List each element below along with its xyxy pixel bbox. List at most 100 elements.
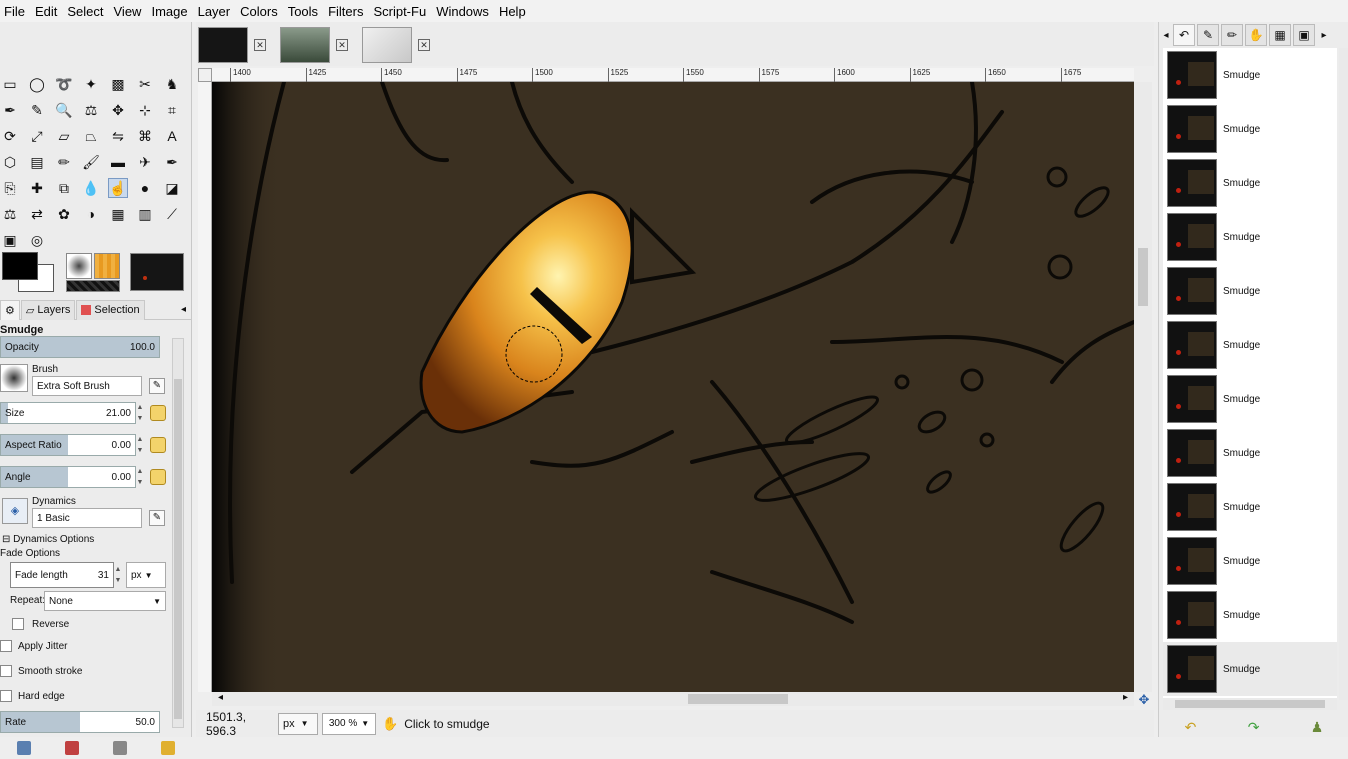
shear-icon[interactable]: ▱ [54, 126, 74, 146]
dock-menu-icon[interactable]: ◂ [181, 304, 186, 315]
reset-aspect-icon[interactable] [150, 437, 166, 453]
dynamics-icon[interactable]: ◈ [2, 498, 28, 524]
restore-options-icon[interactable] [65, 741, 79, 755]
histogram-icon[interactable]: ▥ [135, 204, 155, 224]
apply-jitter-checkbox[interactable] [0, 640, 12, 652]
active-image-preview[interactable] [130, 253, 184, 291]
delete-options-icon[interactable] [113, 741, 127, 755]
angle-slider[interactable]: Angle 0.00 [0, 466, 136, 488]
close-icon[interactable]: ✕ [336, 39, 348, 51]
free-select-icon[interactable]: ➰ [54, 74, 74, 94]
rate-slider[interactable]: Rate 50.0 [0, 711, 160, 733]
undo-icon[interactable]: ↶ [1185, 719, 1197, 736]
repeat-select[interactable]: None ▼ [44, 591, 166, 611]
reverse-checkbox[interactable] [12, 618, 24, 630]
curves-icon[interactable]: ▦ [108, 204, 128, 224]
image-tab-1[interactable]: ✕ [198, 24, 266, 66]
reset-angle-icon[interactable] [150, 469, 166, 485]
tab-selection[interactable]: Selection [76, 299, 145, 320]
measure-icon[interactable]: ⚖ [81, 100, 101, 120]
paint-tab-icon[interactable]: ✏ [1221, 24, 1243, 46]
perspective-clone-icon[interactable]: ⧉ [54, 178, 74, 198]
edit-dynamics-icon[interactable]: ✎ [149, 510, 165, 526]
scale-icon[interactable]: ⤢ [27, 126, 47, 146]
image-tab-2[interactable]: ✕ [280, 24, 348, 66]
ink-icon[interactable]: ✒ [162, 152, 182, 172]
crop-icon[interactable]: ⌗ [162, 100, 182, 120]
tool-options-scrollbar[interactable] [172, 338, 184, 728]
zoom-icon[interactable]: 🔍 [54, 100, 74, 120]
brushes-tab-icon[interactable]: ✎ [1197, 24, 1219, 46]
zoom-select[interactable]: 300 % ▼ [322, 712, 376, 735]
dodge-burn-icon[interactable]: ● [135, 178, 155, 198]
history-item[interactable]: Smudge [1163, 102, 1337, 156]
levels-icon[interactable]: ⇄ [27, 204, 47, 224]
size-spin-icon[interactable]: ▲ ▼ [136, 402, 144, 424]
color-picker-icon[interactable]: ✎ [27, 100, 47, 120]
undo-history-tab-icon[interactable]: ↶ [1173, 24, 1195, 46]
vscroll-thumb[interactable] [1138, 248, 1148, 306]
history-item[interactable]: Smudge [1163, 534, 1337, 588]
gegl-icon[interactable]: ▣ [0, 230, 20, 250]
unit-select[interactable]: px ▼ [278, 712, 318, 735]
eraser-icon[interactable]: ▬ [108, 152, 128, 172]
unified-transform-icon[interactable]: ⬡ [0, 152, 20, 172]
history-item[interactable]: Smudge [1163, 372, 1337, 426]
fade-unit-select[interactable]: px ▼ [126, 562, 166, 588]
history-item[interactable]: Smudge [1163, 480, 1337, 534]
menu-file[interactable]: File [0, 4, 31, 19]
navigate-icon[interactable]: ✥ [1136, 692, 1152, 708]
channels-tab-icon[interactable]: ▦ [1269, 24, 1291, 46]
save-options-icon[interactable] [17, 741, 31, 755]
history-item[interactable]: Smudge [1163, 588, 1337, 642]
rect-select-icon[interactable]: ▭ [0, 74, 20, 94]
close-icon[interactable]: ✕ [254, 39, 266, 51]
canvas-horizontal-scrollbar[interactable]: ◂ ▸ [212, 692, 1134, 706]
history-item[interactable]: Smudge [1163, 156, 1337, 210]
fg-bg-colors[interactable] [0, 250, 60, 296]
blur-icon[interactable]: 💧 [81, 178, 101, 198]
redo-icon[interactable]: ↷ [1248, 719, 1260, 736]
history-item[interactable]: Smudge [1163, 48, 1337, 102]
paintbrush-icon[interactable]: 🖌 [81, 152, 101, 172]
size-slider[interactable]: Size 21.00 [0, 402, 136, 424]
fade-length-field[interactable]: Fade length 31 [10, 562, 114, 588]
reset-options-icon[interactable] [161, 741, 175, 755]
dock-left-arrow-icon[interactable]: ◂ [1159, 30, 1173, 41]
menu-help[interactable]: Help [495, 4, 532, 19]
blend-icon[interactable]: ▤ [27, 152, 47, 172]
threshold-icon[interactable]: ◑ [81, 204, 101, 224]
ellipse-select-icon[interactable]: ◯ [27, 74, 47, 94]
color-balance-icon[interactable]: ⚖ [0, 204, 20, 224]
aspect-ratio-slider[interactable]: Aspect Ratio 0.00 [0, 434, 136, 456]
hue-icon[interactable]: ✿ [54, 204, 74, 224]
menu-script-fu[interactable]: Script-Fu [369, 4, 432, 19]
dynamics-field[interactable]: 1 Basic [32, 508, 142, 528]
fade-length-spin-icon[interactable]: ▲ ▼ [114, 564, 122, 586]
menu-tools[interactable]: Tools [284, 4, 324, 19]
history-scrollbar[interactable] [1339, 48, 1348, 700]
clear-history-icon[interactable]: ♟ [1311, 719, 1324, 736]
aspect-spin-icon[interactable]: ▲ ▼ [136, 434, 144, 456]
active-brush-preview[interactable] [66, 253, 92, 279]
text-icon[interactable]: A [162, 126, 182, 146]
scroll-left-icon[interactable]: ◂ [218, 692, 223, 703]
spiral-icon[interactable]: ◎ [27, 230, 47, 250]
menu-windows[interactable]: Windows [432, 4, 495, 19]
history-item[interactable]: Smudge [1163, 642, 1337, 696]
hard-edge-checkbox[interactable] [0, 690, 12, 702]
pencil-icon[interactable]: ✏ [54, 152, 74, 172]
menu-view[interactable]: View [110, 4, 148, 19]
images-tab-icon[interactable]: ▣ [1293, 24, 1315, 46]
opacity-slider[interactable]: Opacity 100.0 [0, 336, 160, 358]
brush-preview[interactable] [0, 364, 28, 392]
reset-size-icon[interactable] [150, 405, 166, 421]
menu-edit[interactable]: Edit [31, 4, 63, 19]
flip-icon[interactable]: ⇋ [108, 126, 128, 146]
foreground-color-swatch[interactable] [2, 252, 38, 280]
rotate-icon[interactable]: ⟳ [0, 126, 20, 146]
image-tab-3[interactable]: ✕ [362, 24, 430, 66]
canvas-vertical-scrollbar[interactable] [1134, 82, 1152, 692]
menu-image[interactable]: Image [147, 4, 193, 19]
clone-icon[interactable]: ⎘ [0, 178, 20, 198]
